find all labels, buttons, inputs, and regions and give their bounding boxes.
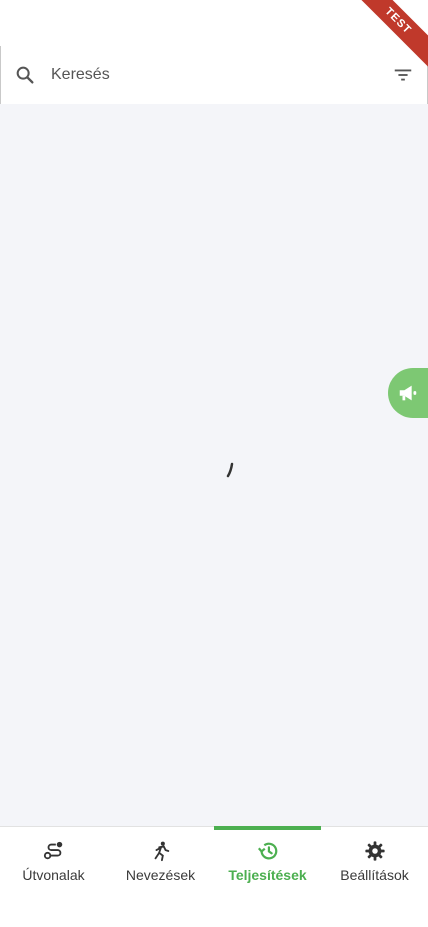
history-icon <box>256 839 280 863</box>
gear-icon <box>363 839 387 863</box>
nav-item-settings[interactable]: Beállítások <box>321 827 428 927</box>
nav-item-completions[interactable]: Teljesítések <box>214 826 321 927</box>
search-icon[interactable] <box>13 63 37 87</box>
nav-label-routes: Útvonalak <box>22 867 85 883</box>
search-input[interactable] <box>49 54 391 96</box>
status-area <box>0 0 428 46</box>
nav-item-entries[interactable]: Nevezések <box>107 827 214 927</box>
nav-item-routes[interactable]: Útvonalak <box>0 827 107 927</box>
filter-icon[interactable] <box>391 63 415 87</box>
route-icon <box>42 839 66 863</box>
loading-spinner-icon <box>226 462 234 478</box>
main-content <box>0 104 428 826</box>
search-bar <box>0 46 428 104</box>
bottom-navigation: Útvonalak Nevezések Teljesítések Beállít… <box>0 826 428 927</box>
nav-label-completions: Teljesítések <box>228 867 307 883</box>
nav-label-entries: Nevezések <box>125 867 196 883</box>
run-icon <box>149 839 173 863</box>
megaphone-icon <box>399 385 417 401</box>
nav-label-settings: Beállítások <box>340 867 409 883</box>
